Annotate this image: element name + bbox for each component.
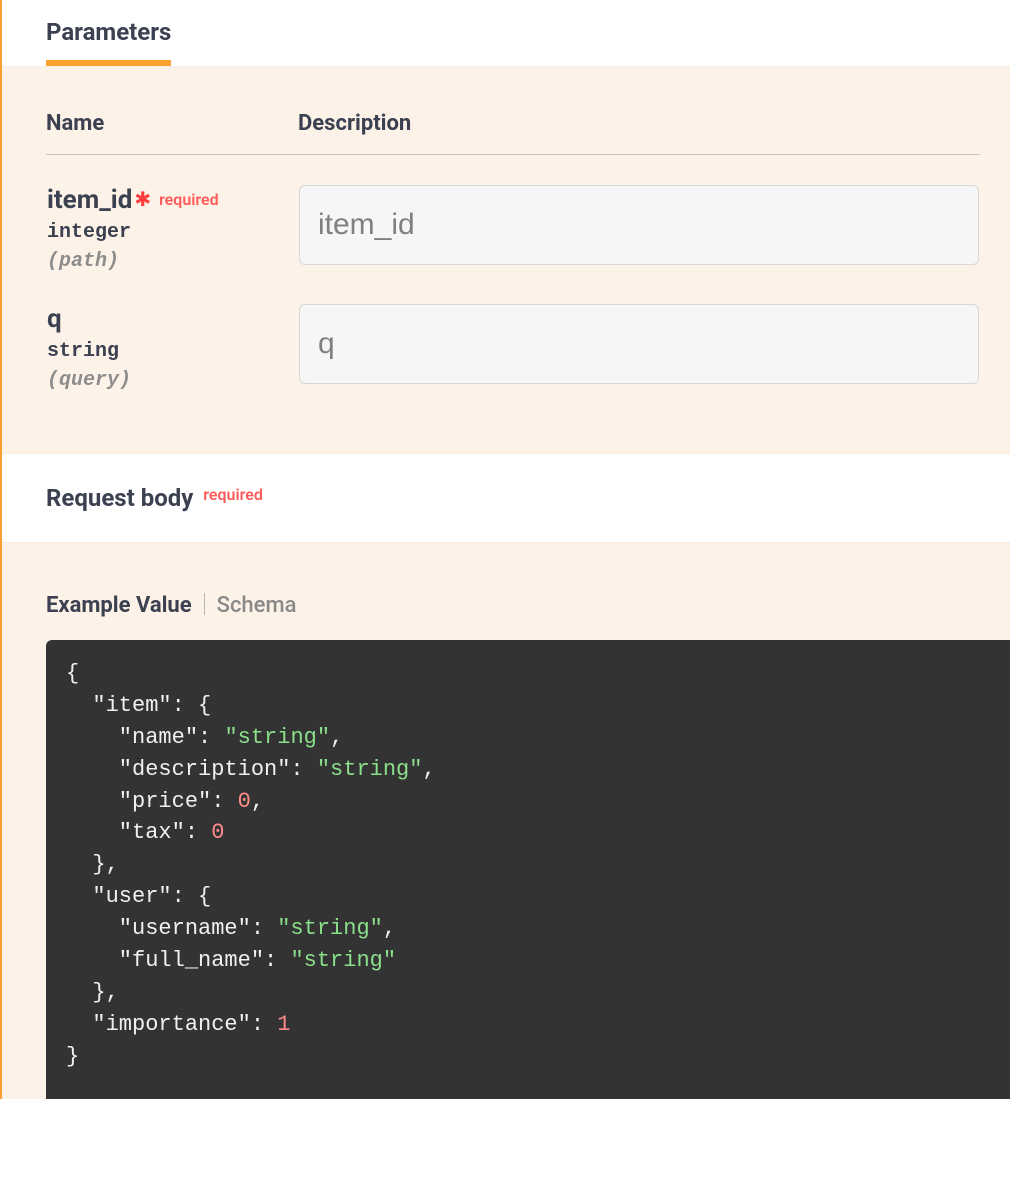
param-name: q bbox=[47, 304, 62, 334]
param-type: string bbox=[47, 340, 288, 363]
request-body-title: Request body bbox=[46, 484, 193, 512]
column-header-name: Name bbox=[46, 111, 298, 155]
parameters-section: Name Description item_id✱ required integ… bbox=[2, 67, 1010, 453]
tab-example-value[interactable]: Example Value bbox=[46, 593, 192, 618]
required-label: required bbox=[203, 485, 263, 504]
param-in: (path) bbox=[47, 250, 288, 273]
param-row: q string (query) bbox=[46, 274, 980, 393]
tab-separator bbox=[204, 593, 205, 615]
param-type: integer bbox=[47, 221, 288, 244]
tab-schema[interactable]: Schema bbox=[217, 593, 297, 618]
tab-parameters[interactable]: Parameters bbox=[46, 18, 171, 66]
example-json-code[interactable]: { "item": { "name": "string", "descripti… bbox=[46, 640, 1010, 1099]
param-input-item-id[interactable] bbox=[299, 185, 979, 265]
required-star-icon: ✱ bbox=[134, 187, 151, 211]
param-name: item_id bbox=[47, 185, 132, 215]
param-in: (query) bbox=[47, 369, 288, 392]
param-input-q[interactable] bbox=[299, 304, 979, 384]
column-header-description: Description bbox=[298, 111, 980, 155]
required-label: required bbox=[159, 190, 219, 209]
param-row: item_id✱ required integer (path) bbox=[46, 155, 980, 275]
